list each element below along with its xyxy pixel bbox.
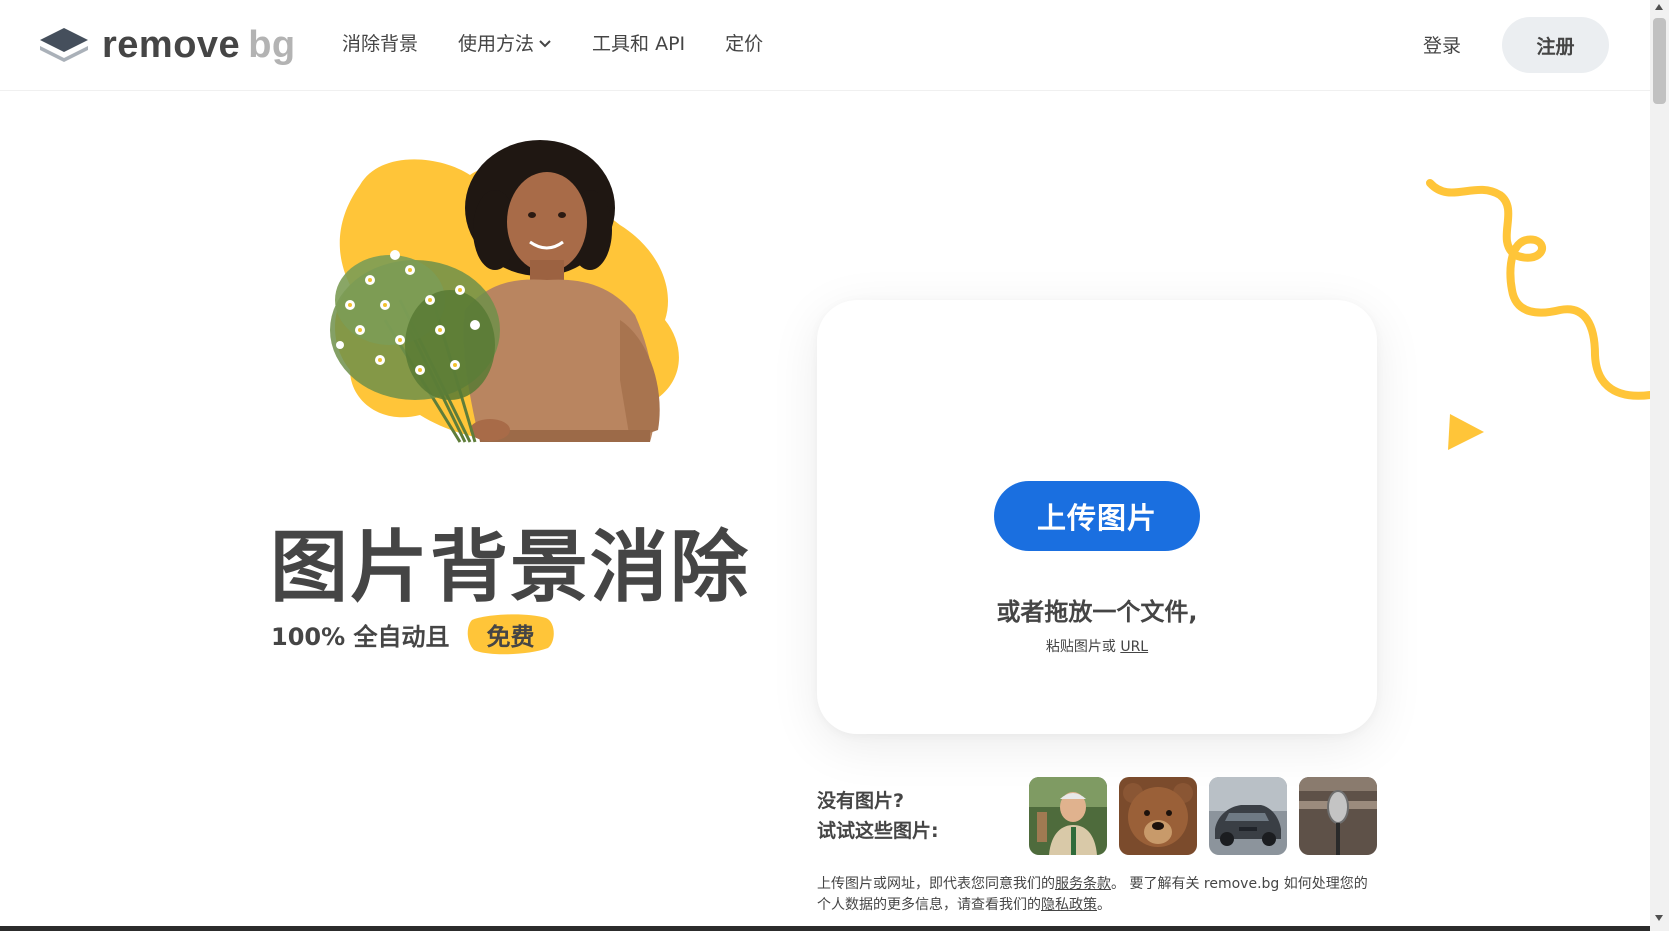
legal-notice: 上传图片或网址，即代表您同意我们的服务条款。 要了解有关 remove.bg 如…	[817, 876, 1368, 913]
drop-file-text: 或者拖放一个文件,	[996, 598, 1198, 626]
logo[interactable]: remove bg	[38, 22, 296, 68]
upload-card[interactable]: 上传图片 或者拖放一个文件, 粘贴图片或 URL	[817, 300, 1377, 734]
main-nav: 消除背景 使用方法 工具和 API 定价	[342, 29, 763, 56]
top-navbar: remove bg 消除背景 使用方法 工具和 API 定价 登录 注册	[0, 0, 1650, 91]
logo-bg-text: bg	[248, 23, 296, 66]
signup-button[interactable]: 注册	[1502, 17, 1609, 73]
hero-woman-with-flowers-image	[330, 140, 679, 443]
nav-how-to-use[interactable]: 使用方法	[458, 29, 552, 56]
terms-of-service-link[interactable]: 服务条款	[1055, 876, 1111, 892]
sample-man-thumb[interactable]	[1029, 777, 1107, 855]
scroll-down-arrow-icon[interactable]	[1655, 915, 1663, 921]
free-badge: 免费	[466, 612, 556, 656]
nav-pricing[interactable]: 定价	[725, 29, 763, 56]
samples-label: 没有图片? 试试这些图片:	[817, 790, 939, 842]
hero-subtitle-text: 100% 全自动且	[271, 622, 450, 651]
window-bottom-edge	[0, 926, 1650, 931]
logo-remove-text: remove	[102, 23, 241, 66]
nav-remove-background[interactable]: 消除背景	[342, 29, 418, 56]
free-badge-text: 免费	[486, 622, 535, 651]
chevron-down-icon	[539, 39, 551, 47]
privacy-policy-link[interactable]: 隐私政策	[1041, 897, 1097, 913]
yellow-triangle-decoration	[1448, 414, 1484, 450]
yellow-squiggle-decoration	[1426, 179, 1652, 400]
sample-bear-thumb[interactable]	[1119, 777, 1197, 855]
sample-car-thumb[interactable]	[1209, 777, 1287, 855]
paste-url-link[interactable]: URL	[1120, 639, 1148, 655]
hero-subtitle: 100% 全自动且 免费	[271, 612, 556, 656]
nav-tools-api[interactable]: 工具和 API	[592, 29, 685, 56]
hero-title: 图片背景消除	[270, 523, 751, 613]
sample-images	[1029, 777, 1377, 855]
scroll-thumb[interactable]	[1653, 18, 1666, 104]
paste-hint: 粘贴图片或 URL	[1045, 639, 1149, 655]
scroll-up-arrow-icon[interactable]	[1655, 4, 1663, 10]
page-scrollbar[interactable]	[1650, 0, 1669, 931]
upload-image-button[interactable]: 上传图片	[994, 481, 1200, 551]
sample-microphone-thumb[interactable]	[1299, 777, 1377, 855]
logo-layers-icon	[40, 28, 88, 62]
login-link[interactable]: 登录	[1423, 31, 1461, 58]
